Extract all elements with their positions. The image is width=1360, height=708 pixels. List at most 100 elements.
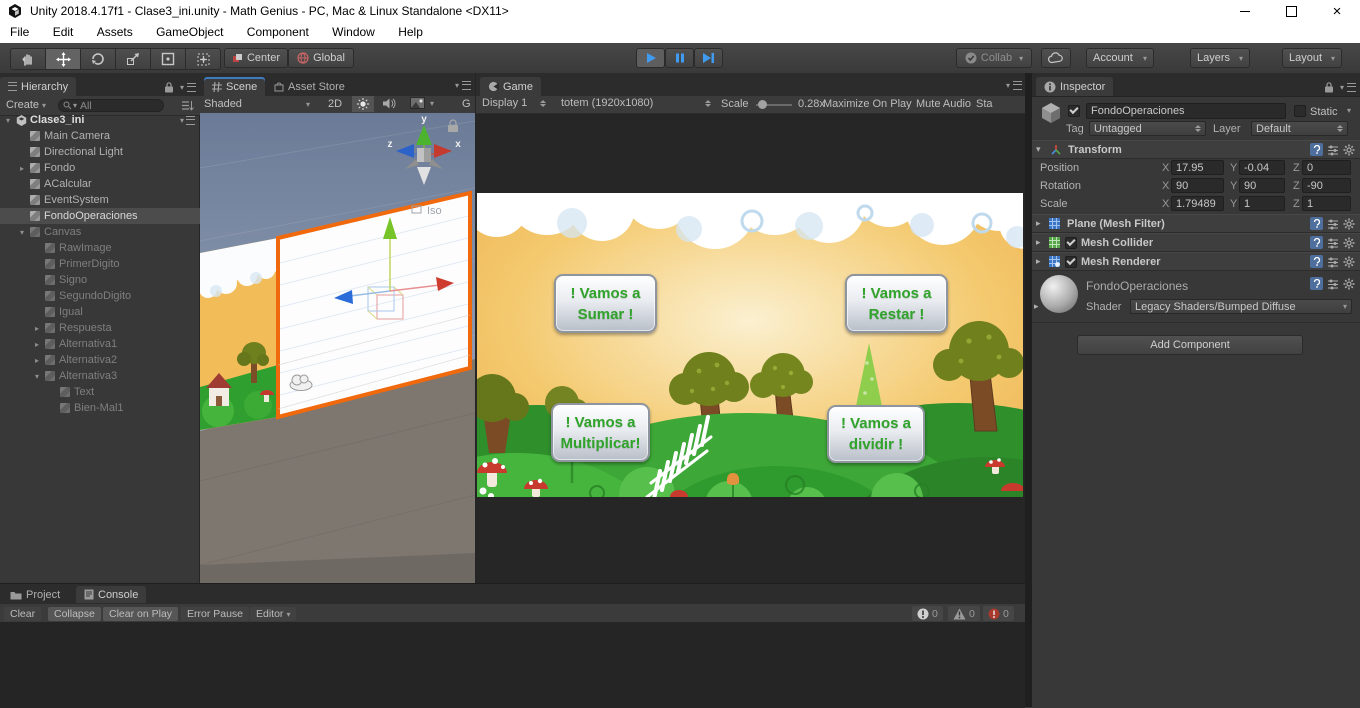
hierarchy-item[interactable]: ▾Canvas	[0, 224, 200, 240]
pause-button[interactable]	[665, 48, 694, 68]
gear-icon[interactable]	[1343, 144, 1355, 156]
console-log-area[interactable]	[0, 622, 1025, 708]
hierarchy-item[interactable]: ACalcular	[0, 176, 200, 192]
rotation-x-field[interactable]: 90	[1171, 178, 1224, 193]
presets-icon[interactable]	[1327, 218, 1339, 230]
rect-tool-button[interactable]	[151, 48, 186, 70]
hierarchy-item[interactable]: ▸Respuesta	[0, 320, 200, 336]
menu-window[interactable]: Window	[322, 22, 385, 42]
warning-count-toggle[interactable]: 0	[948, 606, 980, 621]
rotate-tool-button[interactable]	[81, 48, 116, 70]
editor-dropdown[interactable]: Editor▾	[250, 607, 296, 621]
pivot-center-button[interactable]: Center	[224, 48, 288, 68]
presets-icon[interactable]	[1327, 278, 1339, 290]
help-icon[interactable]	[1310, 143, 1323, 156]
component-enabled-checkbox[interactable]	[1065, 237, 1077, 249]
scale-z-field[interactable]: 1	[1302, 196, 1351, 211]
tab-project[interactable]: Project	[2, 586, 68, 603]
component-enabled-checkbox[interactable]	[1065, 256, 1077, 268]
projection-label[interactable]: Iso	[427, 205, 442, 217]
mesh-collider-header[interactable]: Mesh Collider	[1032, 233, 1360, 252]
hierarchy-item[interactable]: RawImage	[0, 240, 200, 256]
clear-on-play-toggle[interactable]: Clear on Play	[103, 607, 178, 621]
pane-menu-arrow[interactable]: ▾	[180, 83, 184, 92]
transform-combined-tool-button[interactable]	[186, 48, 221, 70]
scale-tool-button[interactable]	[116, 48, 151, 70]
draw-mode-dropdown[interactable]: Shaded▾	[204, 97, 310, 111]
maximize-button[interactable]	[1268, 0, 1314, 22]
foldout-icon[interactable]	[1036, 237, 1046, 248]
presets-icon[interactable]	[1327, 237, 1339, 249]
move-tool-button[interactable]	[46, 48, 81, 70]
hierarchy-item[interactable]: Text	[0, 384, 200, 400]
presets-icon[interactable]	[1327, 144, 1339, 156]
shader-dropdown[interactable]: Legacy Shaders/Bumped Diffuse▾	[1130, 299, 1352, 314]
hierarchy-item[interactable]: PrimerDigito	[0, 256, 200, 272]
scale-slider-knob[interactable]	[758, 100, 767, 109]
info-count-toggle[interactable]: 0	[912, 606, 943, 621]
gear-icon[interactable]	[1343, 256, 1355, 268]
game-button-multiplicar[interactable]: ! Vamos aMultiplicar!	[551, 403, 650, 462]
layout-dropdown[interactable]: Layout▾	[1282, 48, 1342, 68]
tab-console[interactable]: Console	[76, 586, 146, 603]
position-y-field[interactable]: -0.04	[1239, 160, 1285, 175]
scene-viewport[interactable]: y z x Iso	[200, 113, 475, 583]
toggle-2d-button[interactable]: 2D	[328, 98, 342, 110]
lock-icon[interactable]	[164, 81, 174, 93]
hierarchy-item[interactable]: ▸Fondo	[0, 160, 200, 176]
game-pane-menu[interactable]: ▾	[1003, 81, 1022, 90]
help-icon[interactable]	[1310, 217, 1323, 230]
scene-pane-menu[interactable]: ▾	[452, 81, 471, 90]
close-button[interactable]: ×	[1314, 0, 1360, 22]
hierarchy-item[interactable]: EventSystem	[0, 192, 200, 208]
hierarchy-item[interactable]: ▸Alternativa2	[0, 352, 200, 368]
add-component-button[interactable]: Add Component	[1077, 335, 1303, 355]
pane-menu-icon[interactable]	[187, 83, 196, 92]
menu-edit[interactable]: Edit	[43, 22, 84, 42]
minimize-button[interactable]	[1222, 0, 1268, 22]
scene-row-menu[interactable]: ▾	[177, 116, 195, 125]
transform-component-header[interactable]: Transform	[1032, 140, 1360, 159]
account-dropdown[interactable]: Account▾	[1086, 48, 1154, 68]
hierarchy-item[interactable]: Directional Light	[0, 144, 200, 160]
pan-tool-button[interactable]	[10, 48, 46, 70]
error-pause-toggle[interactable]: Error Pause	[181, 607, 249, 621]
create-button[interactable]: Create▾	[6, 99, 46, 111]
stats-toggle[interactable]: Sta	[976, 98, 1022, 110]
hierarchy-item[interactable]: ▾Alternativa3	[0, 368, 200, 384]
hierarchy-search-input[interactable]: ▾ All	[58, 99, 164, 112]
inspector-pane-controls[interactable]: ▾	[1324, 81, 1356, 93]
tab-inspector[interactable]: Inspector	[1036, 77, 1113, 96]
static-checkbox[interactable]	[1294, 105, 1306, 117]
layer-dropdown[interactable]: Default	[1251, 121, 1348, 136]
hierarchy-item[interactable]: Igual	[0, 304, 200, 320]
play-button[interactable]	[636, 48, 665, 68]
step-button[interactable]	[694, 48, 723, 68]
collapse-toggle[interactable]: Collapse	[48, 607, 101, 621]
material-foldout-icon[interactable]	[1034, 301, 1044, 312]
gizmos-dropdown[interactable]: G	[462, 98, 471, 110]
space-global-button[interactable]: Global	[288, 48, 354, 68]
scale-x-field[interactable]: 1.79489	[1171, 196, 1224, 211]
vertical-splitter[interactable]	[1025, 73, 1032, 707]
tab-asset-store[interactable]: Asset Store	[266, 77, 353, 96]
menu-gameobject[interactable]: GameObject	[146, 22, 233, 42]
audio-toggle-button[interactable]	[382, 97, 396, 110]
rotation-y-field[interactable]: 90	[1239, 178, 1285, 193]
menu-component[interactable]: Component	[237, 22, 319, 42]
cloud-button[interactable]	[1041, 48, 1071, 68]
position-z-field[interactable]: 0	[1302, 160, 1351, 175]
material-preview-sphere[interactable]	[1040, 275, 1078, 313]
hierarchy-item[interactable]: ▸Alternativa1	[0, 336, 200, 352]
foldout-icon[interactable]	[1036, 218, 1046, 229]
gameobject-icon[interactable]	[1040, 102, 1062, 124]
mesh-renderer-header[interactable]: Mesh Renderer	[1032, 252, 1360, 271]
menu-help[interactable]: Help	[388, 22, 433, 42]
scene-root-row[interactable]: ▾ Clase3_ini ▾	[0, 112, 200, 128]
layers-dropdown[interactable]: Layers▾	[1190, 48, 1250, 68]
game-button-sumar[interactable]: ! Vamos aSumar !	[554, 274, 657, 333]
tab-game[interactable]: Game	[480, 77, 541, 96]
display-dropdown[interactable]: Display 1	[482, 97, 546, 109]
hierarchy-item-selected[interactable]: FondoOperaciones	[0, 208, 200, 224]
hierarchy-item[interactable]: Main Camera	[0, 128, 200, 144]
